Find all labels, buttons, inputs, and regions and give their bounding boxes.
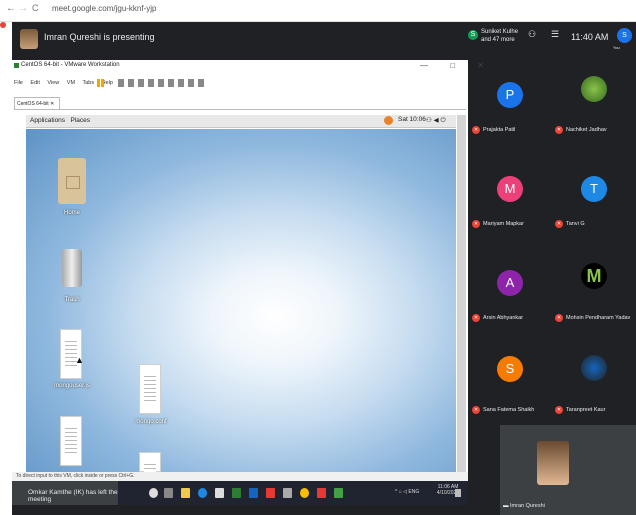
notification-icon[interactable]	[455, 489, 461, 497]
gnome-menus: Applications Places	[30, 117, 90, 124]
vmware-logo-icon	[14, 63, 19, 68]
chrome-icon[interactable]	[300, 488, 309, 498]
meet-clock: 11:40 AM	[571, 32, 609, 42]
people-icon[interactable]: ⚇	[528, 29, 536, 40]
you-label: You	[613, 45, 620, 50]
menu-vm[interactable]: VM	[67, 80, 75, 86]
others-avatar: S	[468, 30, 478, 40]
self-video	[537, 441, 569, 485]
applications-menu[interactable]: Applications	[30, 117, 65, 124]
participant-photo	[581, 355, 607, 381]
file-explorer-icon[interactable]	[181, 488, 190, 498]
pause-icon-bar	[101, 79, 104, 87]
self-name: ▬ Imran Qureshi	[503, 503, 545, 509]
mouse-cursor-icon: ▲	[75, 355, 84, 365]
participant-name: Arsin Abhyankar	[483, 315, 524, 321]
app-icon[interactable]	[283, 488, 292, 498]
vm-status-text: To direct input to this VM, click inside…	[16, 473, 135, 479]
mic-off-icon: ✕	[555, 126, 563, 134]
forward-button[interactable]: →	[18, 3, 28, 14]
mic-off-icon: ✕	[555, 314, 563, 322]
participant-name: Prajakta Patil	[483, 127, 516, 133]
trash-icon[interactable]	[62, 249, 82, 287]
acrobat-icon[interactable]	[317, 488, 326, 498]
places-menu[interactable]: Places	[70, 117, 90, 124]
network-volume-power-icon[interactable]: ⚇ ◀ ⏻	[426, 116, 446, 125]
home-label: Home	[63, 210, 80, 216]
file-icon[interactable]	[60, 329, 82, 379]
excel-icon[interactable]	[232, 488, 241, 498]
recording-dot-icon	[0, 22, 6, 28]
participant-avatar: S	[497, 356, 523, 382]
gnome-clock[interactable]: Sat 10:06	[398, 116, 426, 123]
file-icon[interactable]	[139, 364, 161, 414]
user-avatar[interactable]: S	[617, 28, 632, 43]
edge-icon[interactable]	[198, 488, 207, 498]
participant-avatar: M	[497, 176, 523, 202]
participant-avatar: A	[497, 270, 523, 296]
vm-toolbar-icons[interactable]	[118, 79, 208, 87]
meeting-toast: Omkar Kamthe (IK) has left the meeting	[12, 481, 118, 505]
self-name-text: Imran Qureshi	[510, 503, 545, 509]
vm-scrollbar[interactable]	[457, 115, 466, 472]
file-icon[interactable]	[139, 452, 161, 491]
store-icon[interactable]	[215, 488, 224, 498]
left-edge	[0, 22, 12, 515]
window-controls[interactable]: — □ ✕	[420, 61, 494, 70]
mic-off-icon: ✕	[555, 220, 563, 228]
participant-name: Sana Fatema Shaikh	[483, 407, 535, 413]
vm-tab-label: CentOS 64-bit	[17, 101, 49, 107]
task-view-icon[interactable]	[164, 488, 173, 498]
vm-tab[interactable]: CentOS 64-bit ✕	[14, 97, 60, 109]
participant-name: Tanvi G	[566, 221, 585, 227]
vmware-icon[interactable]	[334, 488, 343, 498]
tray-language: ENG	[408, 489, 420, 495]
menu-view[interactable]: View	[47, 80, 59, 86]
pause-icon[interactable]	[97, 79, 100, 87]
menu-edit[interactable]: Edit	[30, 80, 39, 86]
mic-off-icon: ✕	[472, 406, 480, 414]
vm-status-bar: To direct input to this VM, click inside…	[12, 472, 468, 481]
trash-label: Trash	[64, 297, 80, 303]
chat-icon[interactable]: ☰	[551, 29, 559, 40]
participant-avatar: T	[581, 176, 607, 202]
participant-avatar: P	[497, 82, 523, 108]
mic-off-icon: ✕	[472, 126, 480, 134]
powerpoint-icon[interactable]	[266, 488, 275, 498]
word-icon[interactable]	[249, 488, 258, 498]
back-button[interactable]: ←	[6, 3, 16, 14]
others-more: and 47 more	[481, 37, 515, 43]
others-name: Suniket Kulhe	[481, 29, 519, 35]
presenter-avatar	[20, 29, 38, 49]
mic-off-icon: ✕	[472, 314, 480, 322]
search-icon[interactable]	[149, 488, 158, 498]
mic-off-icon: ✕	[555, 406, 563, 414]
file-icon[interactable]	[60, 416, 82, 466]
vm-window-title: CentOS 64-bit - VMware Workstation	[21, 62, 120, 68]
home-folder-icon[interactable]	[58, 158, 86, 204]
participant-logo: M	[581, 263, 607, 289]
reload-button[interactable]: C	[32, 3, 39, 13]
address-bar[interactable]: meet.google.com/jgu-kknf-yjp	[52, 4, 157, 13]
menu-file[interactable]: File	[14, 80, 23, 86]
menu-tabs[interactable]: Tabs	[82, 80, 94, 86]
participant-photo	[581, 76, 607, 102]
toast-text: Omkar Kamthe (IK) has left the meeting	[28, 489, 118, 503]
participant-name: Mariyam Mapkar	[483, 221, 524, 227]
participant-name: Taranpreet Kaur	[566, 407, 606, 413]
presenter-label: Imran Qureshi is presenting	[44, 32, 155, 42]
participant-name: Nachiket Jadhav	[566, 127, 607, 133]
participant-name: Mohsin Pendharam Yadav	[566, 315, 631, 321]
others-count[interactable]: Suniket Kulhe and 47 more	[481, 28, 518, 44]
tab-divider	[14, 109, 466, 110]
system-tray[interactable]: ^ ⌂ ◁ ENG 11:06 AM 4/10/2021	[395, 484, 459, 496]
mic-off-icon: ✕	[472, 220, 480, 228]
file-label: mongouser.js	[54, 383, 90, 389]
file-label: mongo.conf	[135, 419, 167, 425]
user-menu-icon[interactable]	[384, 116, 393, 125]
